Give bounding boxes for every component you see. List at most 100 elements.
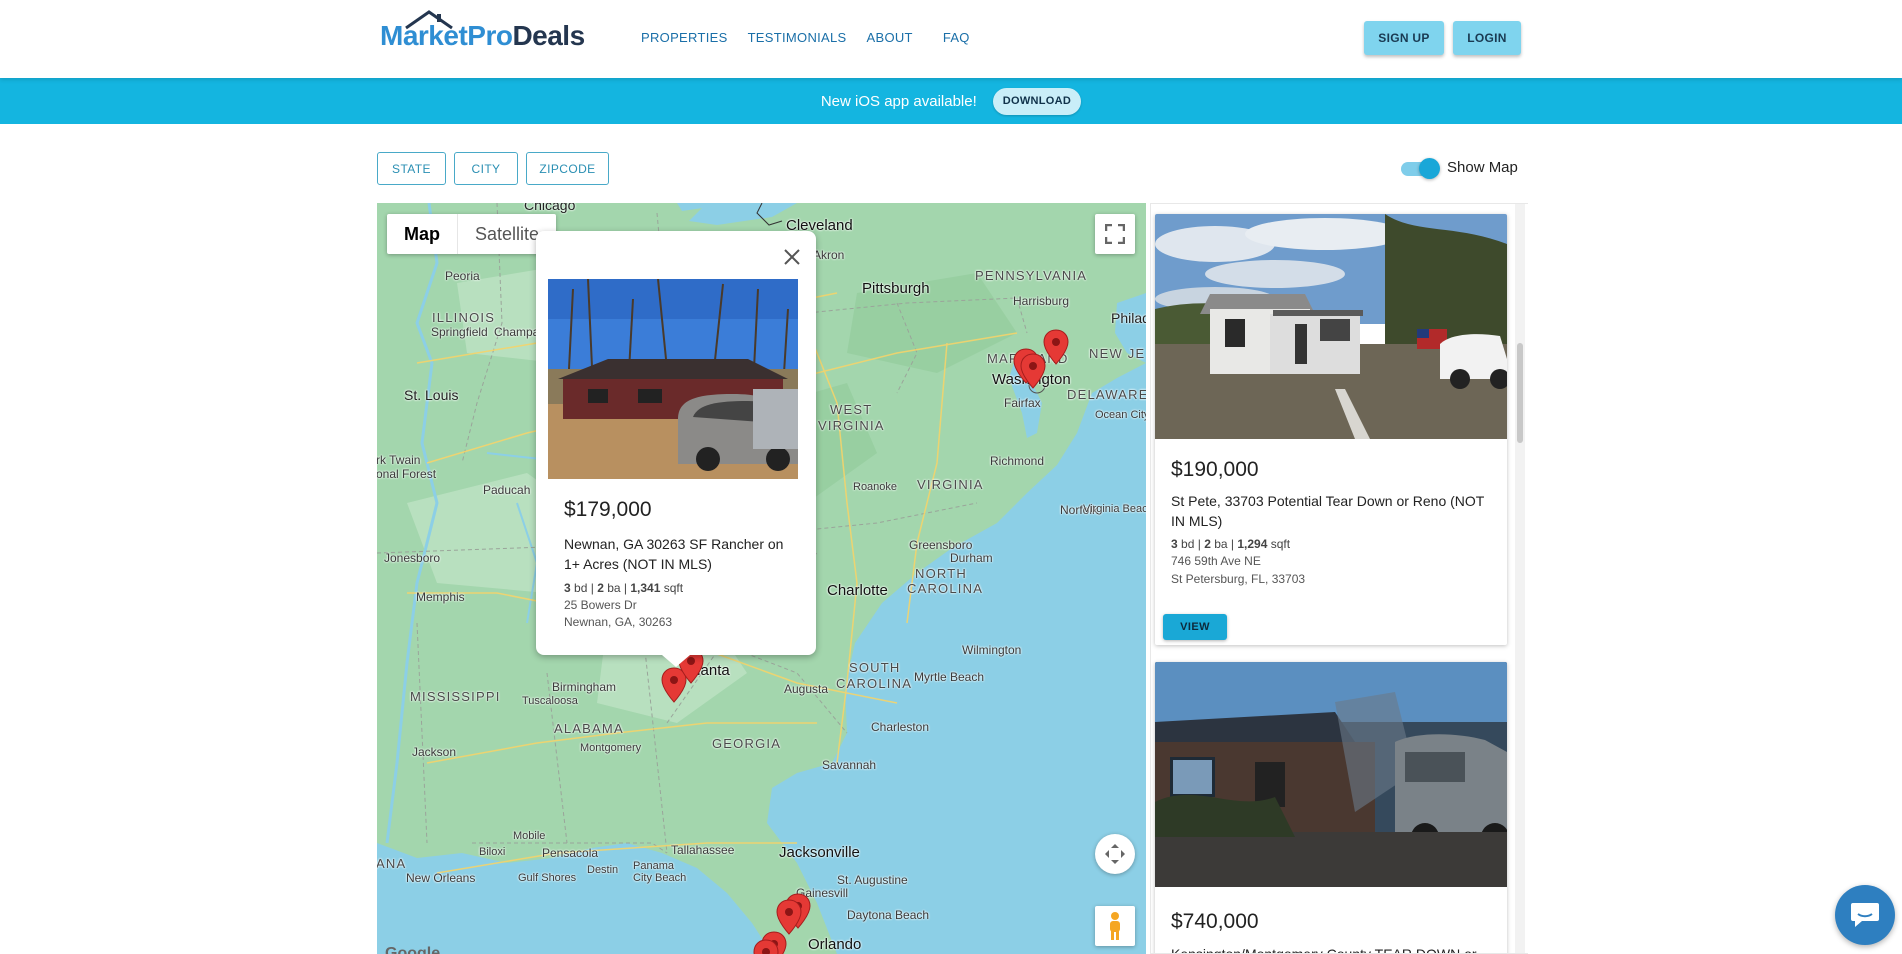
info-window-title[interactable]: Newnan, GA 30263 SF Rancher on 1+ Acres … <box>564 534 794 574</box>
listing-sqft: 1,294 <box>1237 537 1268 551</box>
nav-properties[interactable]: PROPERTIES <box>641 30 728 45</box>
map-label-jacksonville: Jacksonville <box>779 844 860 861</box>
map-label-panama-city-1: Panama <box>633 860 674 872</box>
listing-title[interactable]: Kensington/Montgomery County TEAR DOWN o… <box>1171 944 1491 953</box>
map-label-st-augustine: St. Augustine <box>837 873 908 887</box>
map-label-charleston: Charleston <box>871 720 930 734</box>
listing-photo[interactable] <box>1155 662 1507 887</box>
map-label-mississippi: MISSISSIPPI <box>410 689 501 704</box>
property-map[interactable]: Chicago Cleveland Akron PENNSYLVANIA Pit… <box>377 203 1146 954</box>
listing-address-line1: 746 59th Ave NE <box>1171 554 1261 568</box>
map-label-georgia: GEORGIA <box>712 736 782 751</box>
google-attribution: Google <box>385 945 441 954</box>
map-label-savannah: Savannah <box>822 758 877 772</box>
map-label-mark-twain-1: rk Twain <box>377 453 421 467</box>
map-label-springfield: Springfield <box>431 325 488 339</box>
map-label-harrisburg: Harrisburg <box>1013 294 1070 308</box>
listing-title[interactable]: St Pete, 33703 Potential Tear Down or Re… <box>1171 491 1491 531</box>
map-label-philadelphia: Philadelph <box>1111 310 1146 326</box>
map-label-alabama: ALABAMA <box>554 721 624 736</box>
map-label-new-jersey: NEW JE <box>1089 346 1146 361</box>
show-map-label: Show Map <box>1447 159 1518 176</box>
map-label-birmingham: Birmingham <box>552 680 617 694</box>
map-label-augusta: Augusta <box>784 682 829 696</box>
map-label-louisiana-fragment: ANA <box>377 856 407 871</box>
close-icon[interactable] <box>780 245 804 269</box>
zipcode-filter-button[interactable]: ZIPCODE <box>526 152 609 185</box>
download-button[interactable]: DOWNLOAD <box>992 87 1082 115</box>
street-view-pegman[interactable] <box>1095 906 1135 946</box>
map-label-orlando: Orlando <box>808 936 862 953</box>
chat-widget-button[interactable] <box>1835 885 1895 945</box>
map-pin-icon[interactable] <box>776 899 802 935</box>
map-label-south-carolina-2: CAROLINA <box>836 676 913 691</box>
map-label-fairfax: Fairfax <box>1004 396 1041 410</box>
listings-scrollbar[interactable] <box>1515 204 1525 953</box>
map-type-control: Map Satellite <box>387 214 557 254</box>
nav-about[interactable]: ABOUT <box>867 30 913 45</box>
map-label-virginia: VIRGINIA <box>917 477 984 492</box>
pegman-icon <box>1110 912 1120 940</box>
map-label-tallahassee: Tallahassee <box>671 843 735 857</box>
listing-card[interactable]: $740,000 Kensington/Montgomery County TE… <box>1155 662 1507 953</box>
map-label-north-carolina-1: NORTH <box>915 566 967 581</box>
map-label-charlotte: Charlotte <box>827 582 888 599</box>
info-window-address-line2: Newnan, GA, 30263 <box>564 615 673 629</box>
map-label-gulf-shores: Gulf Shores <box>518 872 577 884</box>
main-nav: PROPERTIES TESTIMONIALS ABOUT FAQ <box>641 30 990 45</box>
login-button[interactable]: LOGIN <box>1453 21 1521 55</box>
map-label-destin: Destin <box>587 864 619 876</box>
info-window-sqft-label: sqft <box>663 581 684 595</box>
info-window-address-line1: 25 Bowers Dr <box>564 598 637 612</box>
toggle-knob <box>1419 158 1440 179</box>
map-type-map-button[interactable]: Map <box>387 214 457 254</box>
info-window-baths: 2 <box>597 581 604 595</box>
map-label-montgomery: Montgomery <box>580 742 642 754</box>
info-window-sqft: 1,341 <box>630 581 661 595</box>
map-label-north-carolina-2: CAROLINA <box>907 581 984 596</box>
map-label-wilmington: Wilmington <box>962 643 1022 657</box>
map-pin-icon[interactable] <box>1043 329 1069 365</box>
info-window-specs: 3 bd | 2 ba | 1,341 sqft <box>564 581 684 595</box>
sign-up-button[interactable]: SIGN UP <box>1364 21 1444 55</box>
chat-bubble-icon <box>1851 903 1879 927</box>
map-label-greensboro: Greensboro <box>909 538 973 552</box>
listing-card[interactable]: $190,000 St Pete, 33703 Potential Tear D… <box>1155 214 1507 645</box>
map-label-memphis: Memphis <box>416 590 465 604</box>
house-photo-image <box>548 279 798 479</box>
state-filter-button[interactable]: STATE <box>377 152 446 185</box>
info-window-ba-label: ba <box>607 581 621 595</box>
map-label-mobile: Mobile <box>513 830 546 842</box>
map-pin-icon[interactable] <box>753 939 779 954</box>
city-filter-button[interactable]: CITY <box>454 152 518 185</box>
map-camera-control[interactable] <box>1095 834 1135 874</box>
listing-view-button[interactable]: VIEW <box>1163 614 1227 640</box>
info-window-price: $179,000 <box>564 498 652 521</box>
info-window-property-photo[interactable] <box>548 279 798 479</box>
map-label-jackson: Jackson <box>412 745 457 759</box>
house-photo-image <box>1155 662 1507 887</box>
map-label-akron: Akron <box>813 248 845 262</box>
map-label-south-carolina-1: SOUTH <box>849 660 901 675</box>
listing-ba-label: ba <box>1214 537 1228 551</box>
show-map-toggle[interactable] <box>1401 158 1440 179</box>
listings-panel[interactable]: $190,000 St Pete, 33703 Potential Tear D… <box>1150 203 1528 954</box>
map-label-champaign: Champa <box>494 325 540 339</box>
site-logo[interactable]: MarketPro Deals <box>380 10 585 52</box>
map-label-west-virginia-2: VIRGINIA <box>818 418 885 433</box>
fullscreen-button[interactable] <box>1095 214 1135 254</box>
listing-beds: 3 <box>1171 537 1178 551</box>
nav-faq[interactable]: FAQ <box>943 30 970 45</box>
nav-testimonials[interactable]: TESTIMONIALS <box>748 30 847 45</box>
map-label-delaware: DELAWARE <box>1067 387 1146 402</box>
map-label-paducah: Paducah <box>483 483 531 497</box>
map-label-richmond: Richmond <box>990 454 1045 468</box>
listing-baths: 2 <box>1204 537 1211 551</box>
map-label-illinois: ILLINOIS <box>432 310 496 325</box>
listing-bd-label: bd <box>1181 537 1195 551</box>
map-label-pensacola: Pensacola <box>542 846 599 860</box>
listing-photo[interactable] <box>1155 214 1507 439</box>
map-label-biloxi: Biloxi <box>479 846 506 858</box>
info-window-bd-label: bd <box>574 581 588 595</box>
listings-scrollbar-thumb[interactable] <box>1517 343 1523 443</box>
